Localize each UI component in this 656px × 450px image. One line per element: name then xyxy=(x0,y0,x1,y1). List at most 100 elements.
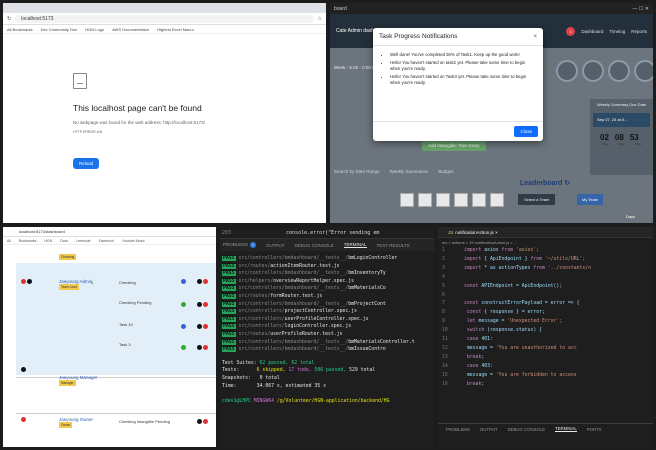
dot[interactable] xyxy=(181,279,186,284)
tab-search-by-date[interactable]: Search by Date Range xyxy=(334,169,380,174)
bookmark-item[interactable]: Bookmarks xyxy=(19,237,37,244)
tab-debug-console[interactable]: DEBUG CONSOLE xyxy=(508,427,546,432)
close-icon[interactable]: × xyxy=(495,230,498,235)
nav-item-dashboard[interactable]: Dashboard xyxy=(581,29,603,34)
test-dir: src/controllers/bmdashboard/__tests__/ xyxy=(238,286,349,292)
pass-line: PASS src/controllers/bmdashboard/__tests… xyxy=(222,270,432,278)
task-square[interactable] xyxy=(400,193,414,207)
test-dir: src/controllers/bmdashboard/__tests__/ xyxy=(238,256,349,261)
action-dots xyxy=(181,279,186,284)
tab-terminal[interactable]: TERMINAL xyxy=(555,426,577,432)
bookmark-item[interactable]: Youtube Music xyxy=(122,237,145,244)
task-square[interactable] xyxy=(490,193,504,207)
dot[interactable] xyxy=(197,419,202,424)
bookmark-item[interactable]: Dev Community Doc xyxy=(41,27,78,32)
reload-button[interactable]: Reload xyxy=(73,158,100,169)
notification-badge[interactable]: 1 xyxy=(566,26,576,36)
star-icon[interactable]: ☆ xyxy=(318,16,322,22)
user-node-owner[interactable]: Jaeyoung Owner Owner xyxy=(59,417,99,428)
dot[interactable] xyxy=(197,279,202,284)
pass-line: PASS src/routes/formRouter.test.js xyxy=(222,293,432,301)
dot[interactable] xyxy=(203,345,208,350)
bookmark-item[interactable]: Highest Excel Macro xyxy=(157,27,194,32)
dot[interactable] xyxy=(203,324,208,329)
reload-icon[interactable]: ↻ xyxy=(7,16,11,22)
task-square[interactable] xyxy=(436,193,450,207)
dot[interactable] xyxy=(203,302,208,307)
test-file: userProfileController.spec.js xyxy=(284,316,369,322)
task-square[interactable] xyxy=(418,193,432,207)
editor-tab[interactable]: JS notificationAction.js × xyxy=(438,227,653,238)
bookmark-item[interactable]: HGN xyxy=(44,237,52,244)
test-dir: src/controllers/ xyxy=(238,309,285,315)
error-title: This localhost page can't be found xyxy=(73,103,202,113)
task-square[interactable] xyxy=(472,193,486,207)
line-number: 14 xyxy=(442,363,448,369)
child-task[interactable]: Checking Pending xyxy=(119,300,151,305)
tab-weekly-summaries[interactable]: Weekly Summaries xyxy=(390,169,429,174)
code-keyword: const xyxy=(464,301,479,307)
url-input[interactable]: localhost:5173 xyxy=(15,14,314,23)
pass-line: PASS src/controllers/userProfileControll… xyxy=(222,316,432,324)
code-line: 4 xyxy=(442,274,653,283)
badge-medal-icon[interactable] xyxy=(556,60,578,82)
terminal-output[interactable]: PASS src/controllers/bmdashboard/__tests… xyxy=(220,251,434,410)
bookmark-item[interactable]: Facebook xyxy=(99,237,114,244)
tab-test-results[interactable]: TEST RESULTS xyxy=(377,243,410,248)
test-file: bmMaterialsController.t xyxy=(348,339,415,345)
add-intangible-time-button[interactable]: Add Intangible Time Entry xyxy=(422,140,486,151)
child-task[interactable]: Task 3 xyxy=(119,342,131,347)
child-task[interactable]: Checking Intangible Pending xyxy=(119,419,170,424)
dot[interactable] xyxy=(203,279,208,284)
close-button[interactable]: Close xyxy=(514,126,538,137)
close-icon[interactable]: × xyxy=(533,34,537,40)
tab-problems[interactable]: PROBLEMS 1 xyxy=(223,242,257,248)
countdown-label: Hours xyxy=(617,142,626,146)
code-area[interactable]: 1 import axios from 'axios'; 2 import { Api… xyxy=(438,247,653,390)
todo-count: 17 todo, xyxy=(288,368,312,374)
my-team-button[interactable]: My Team xyxy=(577,194,604,205)
browser-tab-strip[interactable] xyxy=(3,3,326,13)
line-number: 8 xyxy=(442,310,445,316)
dot[interactable] xyxy=(181,302,186,307)
tab-terminal[interactable]: TERMINAL xyxy=(343,242,367,248)
select-team-dropdown[interactable]: Select a Team xyxy=(518,194,556,205)
dot[interactable] xyxy=(181,324,186,329)
browser-error-window: ↻ localhost:5173 ☆ All Bookmarks Dev Com… xyxy=(3,3,326,223)
bookmark-item[interactable]: AWS Documentation xyxy=(112,27,149,32)
child-task[interactable]: Task 10 xyxy=(119,322,133,327)
badge-medal-icon[interactable] xyxy=(634,60,653,82)
bookmark-item[interactable]: Docs xyxy=(60,237,68,244)
dot[interactable] xyxy=(181,345,186,350)
dot[interactable] xyxy=(197,302,202,307)
code-keyword: from xyxy=(501,248,514,253)
tab-ports[interactable]: PORTS xyxy=(587,427,602,432)
error-page: This localhost page can't be found No we… xyxy=(73,73,273,170)
dot[interactable] xyxy=(197,345,202,350)
dot[interactable] xyxy=(203,419,208,424)
bookmark-item[interactable]: All Bookmarks xyxy=(7,27,33,32)
tab-output[interactable]: OUTPUT xyxy=(266,243,285,248)
tab-problems[interactable]: PROBLEMS xyxy=(446,427,470,432)
badge-medal-icon[interactable] xyxy=(582,60,604,82)
child-task[interactable]: Checking xyxy=(119,280,136,285)
shell-prompt[interactable]: cdev1@LHPC MINGW64 /g/Volunteer/HGN-appl… xyxy=(222,398,432,406)
breadcrumb[interactable]: src > actions > JS notificationAction.js… xyxy=(438,238,653,247)
tab-output[interactable]: OUTPUT xyxy=(480,427,498,432)
badge-medal-icon[interactable] xyxy=(608,60,630,82)
task-square[interactable] xyxy=(454,193,468,207)
browser-address-bar[interactable]: localhost:5173/dashboard xyxy=(3,227,216,237)
bookmark-item[interactable]: HGN Logo xyxy=(85,27,104,32)
user-node-manager[interactable]: Jaeyoung Manager Manager xyxy=(59,375,99,386)
tab-debug-console[interactable]: DEBUG CONSOLE xyxy=(295,243,334,248)
notification-item: Hello! You haven't started on Task3 yet.… xyxy=(390,74,535,86)
dot[interactable] xyxy=(197,324,202,329)
bookmark-item[interactable]: Leetcode xyxy=(76,237,90,244)
tab-badges[interactable]: Badges xyxy=(438,169,453,174)
window-controls[interactable]: — ☐ ✕ xyxy=(633,6,649,12)
nav-item-timelog[interactable]: Timelog xyxy=(609,29,625,34)
bookmark-item[interactable]: All xyxy=(7,237,11,244)
line-number: 1 xyxy=(442,248,445,253)
refresh-icon[interactable]: ↻ xyxy=(564,180,570,187)
nav-item-reports[interactable]: Reports xyxy=(631,29,647,34)
